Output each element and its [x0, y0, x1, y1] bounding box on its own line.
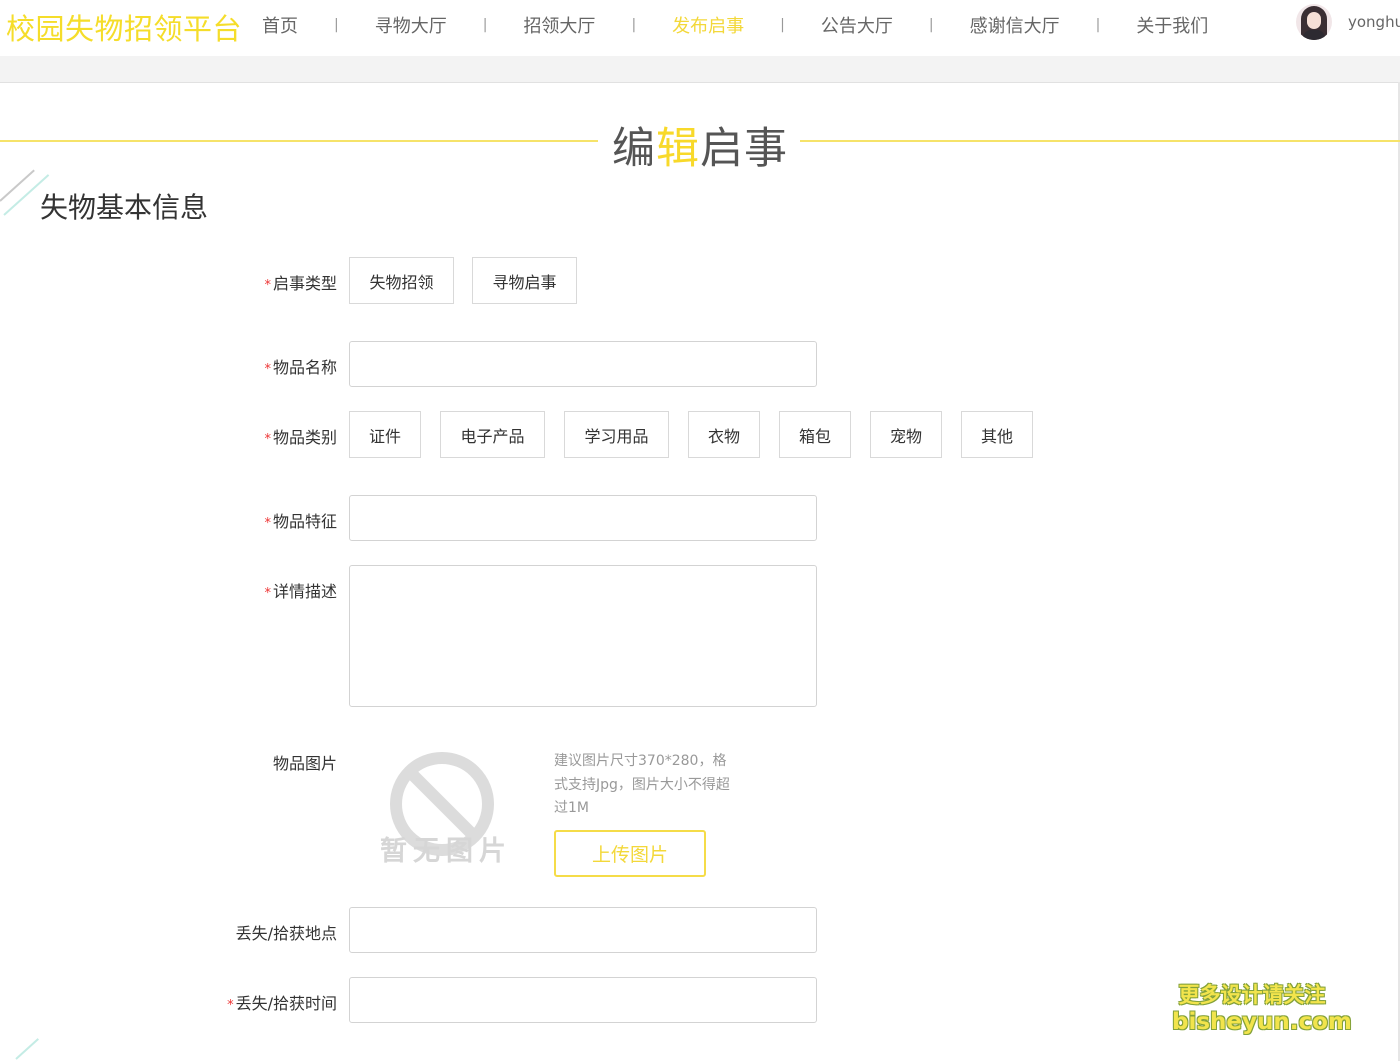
page-title: 编辑启事	[612, 124, 788, 174]
nav-separator: |	[631, 17, 637, 33]
category-school-supplies-option[interactable]: 学习用品	[564, 411, 669, 458]
nav-divider-bar	[0, 56, 1400, 83]
notice-type-lost-found-option[interactable]: 失物招领	[349, 257, 454, 304]
item-category-label: * 物品类别	[264, 428, 337, 447]
category-id-card-option[interactable]: 证件	[349, 411, 421, 458]
time-input[interactable]	[349, 977, 817, 1023]
no-image-placeholder: 暂无图片	[376, 748, 516, 872]
title-line-left	[0, 140, 598, 142]
location-input[interactable]	[349, 907, 817, 953]
main-menu: 首页 | 寻物大厅 | 招领大厅 | 发布启事 | 公告大厅 | 感谢信大厅 |…	[262, 0, 1208, 50]
brand-logo[interactable]: 校园失物招领平台	[6, 6, 242, 48]
nav-separator: |	[1095, 17, 1101, 33]
nav-publish-notice[interactable]: 发布启事	[672, 12, 744, 38]
no-image-text: 暂无图片	[380, 835, 512, 867]
section-deco-stripe	[0, 169, 35, 202]
nav-home[interactable]: 首页	[262, 12, 298, 38]
nav-lost-items-hall[interactable]: 寻物大厅	[375, 12, 447, 38]
nav-thank-you-letters[interactable]: 感谢信大厅	[970, 12, 1060, 38]
nav-about-us[interactable]: 关于我们	[1136, 12, 1208, 38]
category-other-option[interactable]: 其他	[961, 411, 1033, 458]
category-bags-option[interactable]: 箱包	[779, 411, 851, 458]
description-label: * 详情描述	[264, 582, 337, 601]
nav-separator: |	[334, 17, 339, 33]
no-image-icon: 暂无图片	[380, 752, 512, 867]
upload-image-button[interactable]: 上传图片	[554, 830, 706, 877]
item-name-input[interactable]	[349, 341, 817, 387]
avatar[interactable]	[1296, 4, 1332, 40]
notice-type-seeking-option[interactable]: 寻物启事	[472, 257, 577, 304]
description-textarea[interactable]	[349, 565, 817, 707]
nav-announcements[interactable]: 公告大厅	[821, 12, 893, 38]
time-label: * 丢失/拾获时间	[227, 994, 337, 1013]
top-navbar: 校园失物招领平台 首页 | 寻物大厅 | 招领大厅 | 发布启事 | 公告大厅 …	[0, 0, 1400, 56]
section-deco-stripe	[15, 1038, 39, 1060]
user-menu[interactable]: yonghu	[1296, 4, 1400, 40]
section-title: 失物基本信息	[40, 191, 209, 224]
nav-separator: |	[928, 17, 934, 33]
site-watermark: 更多设计请关注 bisheyun.com	[1172, 983, 1352, 1035]
item-image-label: 物品图片	[272, 754, 337, 773]
nav-separator: |	[780, 17, 785, 33]
title-line-right	[800, 140, 1400, 142]
location-label: 丢失/拾获地点	[235, 924, 337, 943]
nav-found-items-hall[interactable]: 招领大厅	[523, 12, 595, 38]
item-feature-input[interactable]	[349, 495, 817, 541]
category-electronics-option[interactable]: 电子产品	[440, 411, 545, 458]
nav-separator: |	[482, 17, 488, 33]
category-clothing-option[interactable]: 衣物	[688, 411, 760, 458]
notice-type-label: * 启事类型	[264, 274, 337, 293]
username[interactable]: yonghu	[1348, 13, 1400, 31]
category-pets-option[interactable]: 宠物	[870, 411, 942, 458]
item-name-label: * 物品名称	[264, 358, 337, 377]
item-feature-label: * 物品特征	[264, 512, 337, 531]
image-upload-hint: 建议图片尺寸370*280，格式支持Jpg，图片大小不得超过1M	[554, 753, 730, 816]
